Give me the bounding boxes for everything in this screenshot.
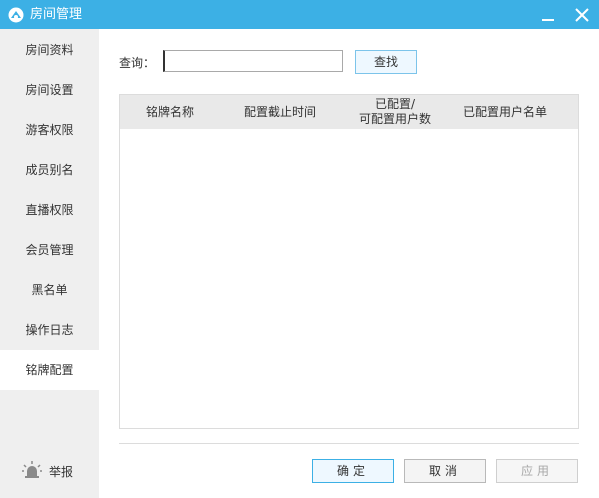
sidebar-item-nameplate-config[interactable]: 铭牌配置 <box>0 350 99 390</box>
close-icon[interactable] <box>571 4 593 26</box>
column-header-configured-count-line2: 可配置用户数 <box>358 112 431 126</box>
column-header-configured-count: 已配置/ 可配置用户数 <box>340 95 450 129</box>
column-header-nameplate-name: 铭牌名称 <box>145 104 194 119</box>
sidebar-item-room-info[interactable]: 房间资料 <box>0 30 99 70</box>
search-label: 查询： <box>119 56 156 70</box>
search-input[interactable] <box>163 50 343 72</box>
apply-button[interactable]: 应用 <box>496 459 578 483</box>
sidebar-item-room-settings[interactable]: 房间设置 <box>0 70 99 110</box>
sidebar-item-member-alias[interactable]: 成员别名 <box>0 150 99 190</box>
report-button[interactable]: 举报 <box>22 459 82 481</box>
sidebar-item-label: 会员管理 <box>25 243 74 257</box>
sidebar-item-member-management[interactable]: 会员管理 <box>0 230 99 270</box>
sidebar: 房间资料 房间设置 游客权限 成员别名 直播权限 会员管理 黑名单 操作日志 铭… <box>0 29 99 498</box>
sidebar-item-operation-log[interactable]: 操作日志 <box>0 310 99 350</box>
sidebar-item-label: 直播权限 <box>25 203 74 217</box>
alarm-light-icon <box>22 461 42 479</box>
sidebar-item-label: 黑名单 <box>31 283 68 297</box>
title-bar: 房间管理 <box>0 0 599 29</box>
column-header-configured-users: 已配置用户名单 <box>462 104 547 119</box>
sidebar-item-label: 游客权限 <box>25 123 74 137</box>
window-title: 房间管理 <box>30 7 83 22</box>
sidebar-item-label: 操作日志 <box>25 323 74 337</box>
sidebar-item-live-permissions[interactable]: 直播权限 <box>0 190 99 230</box>
table-header: 铭牌名称 配置截止时间 已配置/ 可配置用户数 已配置用户名单 <box>120 95 578 129</box>
sidebar-item-guest-permissions[interactable]: 游客权限 <box>0 110 99 150</box>
ok-button[interactable]: 确定 <box>312 459 394 483</box>
column-header-expiry-time: 配置截止时间 <box>243 104 316 119</box>
sidebar-item-label: 房间资料 <box>25 43 74 57</box>
search-button[interactable]: 查找 <box>355 50 417 74</box>
footer-divider <box>119 443 579 444</box>
report-label: 举报 <box>49 465 74 479</box>
sidebar-item-blacklist[interactable]: 黑名单 <box>0 270 99 310</box>
cancel-button[interactable]: 取消 <box>404 459 486 483</box>
minimize-icon[interactable] <box>537 4 559 26</box>
sidebar-item-label: 铭牌配置 <box>25 363 74 377</box>
column-header-configured-count-line1: 已配置/ <box>374 97 416 111</box>
sidebar-item-label: 成员别名 <box>25 163 74 177</box>
sidebar-item-label: 房间设置 <box>25 83 74 97</box>
app-logo-icon <box>8 7 24 23</box>
nameplate-table: 铭牌名称 配置截止时间 已配置/ 可配置用户数 已配置用户名单 <box>119 94 579 429</box>
table-body <box>120 129 578 428</box>
